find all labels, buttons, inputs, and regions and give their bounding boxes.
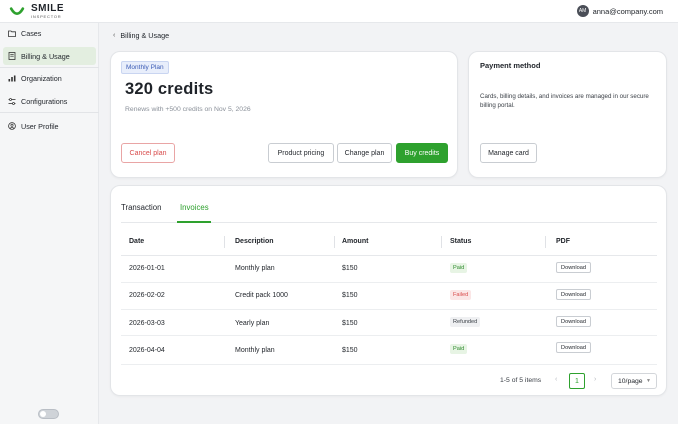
sidebar-item-configurations[interactable]: Configurations xyxy=(3,92,96,110)
breadcrumb-label: Billing & Usage xyxy=(120,31,170,40)
sidebar-item-label: Billing & Usage xyxy=(21,51,70,61)
column-divider xyxy=(334,236,335,248)
status-badge: Paid xyxy=(450,263,468,273)
cell-amount: $150 xyxy=(342,347,358,354)
cell-amount: $150 xyxy=(342,265,358,272)
sidebar-divider xyxy=(0,112,99,113)
sidebar-item-organization[interactable]: Organization xyxy=(3,69,96,87)
row-divider xyxy=(121,335,657,336)
sidebar-item-label: Organization xyxy=(21,73,62,83)
payment-description: Cards, billing details, and invoices are… xyxy=(480,93,649,109)
product-pricing-button[interactable]: Product pricing xyxy=(268,143,334,163)
tab-transaction[interactable]: Transaction xyxy=(121,203,161,212)
payment-title: Payment method xyxy=(480,61,541,70)
pagination-page[interactable]: 1 xyxy=(569,373,585,389)
sidebar-item-label: Configurations xyxy=(21,96,68,106)
column-divider xyxy=(224,236,225,248)
breadcrumb[interactable]: ‹ Billing & Usage xyxy=(113,31,169,40)
download-button[interactable]: Download xyxy=(556,316,591,327)
renewal-info: Renews with +500 credits on Nov 5, 2026 xyxy=(125,106,251,113)
credits-balance: 320 credits xyxy=(125,80,214,98)
column-divider xyxy=(441,236,442,248)
row-divider xyxy=(121,364,657,365)
sidebar-item-cases[interactable]: Cases xyxy=(3,24,96,42)
buy-credits-button[interactable]: Buy credits xyxy=(396,143,448,163)
active-tab-indicator xyxy=(177,221,211,223)
cell-date: 2026-01-01 xyxy=(129,265,165,272)
table-header-divider xyxy=(121,255,657,256)
cell-description: Yearly plan xyxy=(235,320,270,327)
tab-invoices[interactable]: Invoices xyxy=(180,203,209,212)
change-plan-button[interactable]: Change plan xyxy=(337,143,392,163)
sidebar-item-label: User Profile xyxy=(21,121,59,131)
manage-card-button[interactable]: Manage card xyxy=(480,143,537,163)
chevron-down-icon: ▼ xyxy=(646,378,651,384)
plan-badge: Monthly Plan xyxy=(121,61,169,74)
download-button[interactable]: Download xyxy=(556,262,591,273)
cell-description: Monthly plan xyxy=(235,347,275,354)
column-header-description: Description xyxy=(235,238,274,245)
download-button[interactable]: Download xyxy=(556,289,591,300)
status-badge: Refunded xyxy=(450,317,481,327)
cancel-plan-button[interactable]: Cancel plan xyxy=(121,143,175,163)
chevron-left-icon[interactable]: ‹ xyxy=(555,376,557,383)
sidebar-item-label: Cases xyxy=(21,28,42,38)
page-size-select[interactable]: 10/page ▼ xyxy=(611,373,657,389)
invoices-card: Transaction Invoices Date Description Am… xyxy=(110,185,667,396)
sidebar-item-user-profile[interactable]: User Profile xyxy=(3,117,96,135)
top-bar: SMILE INSPECTOR AM anna@company.com xyxy=(0,0,678,23)
logo-title: SMILE xyxy=(31,3,65,14)
folder-icon xyxy=(8,29,16,37)
column-header-status: Status xyxy=(450,238,472,245)
download-button[interactable]: Download xyxy=(556,342,591,353)
cell-amount: $150 xyxy=(342,320,358,327)
cell-description: Credit pack 1000 xyxy=(235,292,288,299)
cell-description: Monthly plan xyxy=(235,265,275,272)
smile-logo-icon xyxy=(9,6,25,15)
status-badge: Failed xyxy=(450,290,472,300)
sidebar-divider xyxy=(0,67,99,68)
chevron-left-icon[interactable]: ‹ xyxy=(113,32,115,39)
user-email[interactable]: anna@company.com xyxy=(593,7,663,16)
column-header-pdf: PDF xyxy=(556,238,570,245)
logo-subtitle: INSPECTOR xyxy=(31,14,62,19)
toggle-knob xyxy=(40,411,46,417)
cell-date: 2026-03-03 xyxy=(129,320,165,327)
sliders-icon xyxy=(8,97,16,105)
chevron-right-icon[interactable]: › xyxy=(594,376,596,383)
page-size-value: 10/page xyxy=(618,377,643,385)
payment-method-card: Payment method Cards, billing details, a… xyxy=(468,51,667,178)
cell-amount: $150 xyxy=(342,292,358,299)
org-chart-icon xyxy=(8,74,16,82)
user-circle-icon xyxy=(8,122,16,130)
row-divider xyxy=(121,309,657,310)
cell-date: 2026-02-02 xyxy=(129,292,165,299)
status-badge: Paid xyxy=(450,344,468,354)
sidebar: Cases Billing & Usage Organization Confi… xyxy=(0,23,99,424)
column-divider xyxy=(545,236,546,248)
cell-date: 2026-04-04 xyxy=(129,347,165,354)
avatar[interactable]: AM xyxy=(576,5,589,17)
row-divider xyxy=(121,282,657,283)
theme-toggle[interactable] xyxy=(38,409,59,419)
user-menu[interactable]: AM anna@company.com xyxy=(576,5,663,17)
column-header-date: Date xyxy=(129,238,145,245)
pagination-total: 1-5 of 5 items xyxy=(500,377,542,384)
logo[interactable]: SMILE INSPECTOR xyxy=(8,4,64,19)
receipt-icon xyxy=(8,52,16,60)
plan-card: Monthly Plan 320 credits Renews with +50… xyxy=(110,51,458,178)
sidebar-item-billing[interactable]: Billing & Usage xyxy=(3,47,96,65)
column-header-amount: Amount xyxy=(342,238,369,245)
